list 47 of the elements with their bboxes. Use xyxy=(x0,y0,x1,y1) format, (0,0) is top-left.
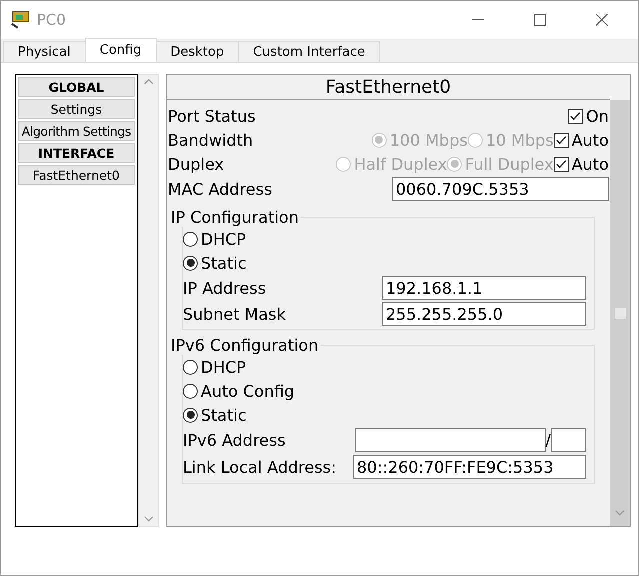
field-label: IP Address xyxy=(183,278,268,298)
field-label: Link Local Address: xyxy=(183,458,338,476)
separator-text: / xyxy=(546,430,551,450)
check-icon xyxy=(556,160,567,168)
sidebar-header: GLOBAL xyxy=(18,77,135,97)
pc-icon xyxy=(9,10,31,30)
maximize-icon[interactable] xyxy=(534,14,546,26)
field-label: Port Status xyxy=(168,106,257,126)
check-icon xyxy=(570,112,582,120)
field-label: Subnet Mask xyxy=(183,304,288,324)
link-local-address-field[interactable]: 80::260:70FF:FE9C:5353 xyxy=(353,455,586,479)
scroll-down-icon[interactable] xyxy=(615,510,625,516)
minimize-icon[interactable] xyxy=(472,19,484,21)
panel-title: FastEthernet0 xyxy=(167,75,610,100)
group-title: IPv6 Configuration xyxy=(170,336,320,355)
scroll-thumb[interactable] xyxy=(614,306,626,320)
window-title: PC0 xyxy=(37,11,68,29)
sidebar-item[interactable]: Settings xyxy=(18,99,135,119)
panel-scrollbar[interactable] xyxy=(610,100,630,526)
ipv6-address-field[interactable] xyxy=(354,428,546,452)
radio-option[interactable]: Static xyxy=(183,406,247,424)
prefix-length-field[interactable] xyxy=(551,428,586,452)
address-field[interactable]: 192.168.1.1 xyxy=(382,276,586,300)
sidebar-item[interactable]: Algorithm Settings xyxy=(18,121,135,141)
scroll-up-icon[interactable] xyxy=(144,79,154,85)
field-label: IPv6 Address xyxy=(183,430,287,450)
close-icon[interactable] xyxy=(596,14,608,26)
check-icon xyxy=(556,136,567,144)
sidebar-scrollbar[interactable] xyxy=(138,74,159,527)
sidebar-header: INTERFACE xyxy=(18,143,135,163)
sidebar-item[interactable]: FastEthernet0 xyxy=(18,165,135,185)
tab[interactable]: Config xyxy=(84,38,157,62)
radio-option[interactable]: DHCP xyxy=(183,230,246,248)
checkbox[interactable]: On xyxy=(568,106,609,126)
radio-option[interactable]: Auto Config xyxy=(183,382,295,400)
tab[interactable]: Physical xyxy=(3,41,86,62)
radio-option[interactable]: Static xyxy=(183,254,247,272)
group-title: IP Configuration xyxy=(170,208,300,227)
field-label: MAC Address xyxy=(168,180,274,198)
address-field[interactable]: 255.255.255.0 xyxy=(382,302,586,326)
mac-address-field[interactable]: 0060.709C.5353 xyxy=(392,177,609,201)
field-label: Bandwidth xyxy=(168,130,254,150)
scroll-down-icon[interactable] xyxy=(144,516,154,522)
radio-option[interactable]: DHCP xyxy=(183,358,246,376)
tab[interactable]: Custom Interface xyxy=(238,41,380,62)
field-label: Duplex xyxy=(168,154,226,174)
tab[interactable]: Desktop xyxy=(156,41,240,62)
